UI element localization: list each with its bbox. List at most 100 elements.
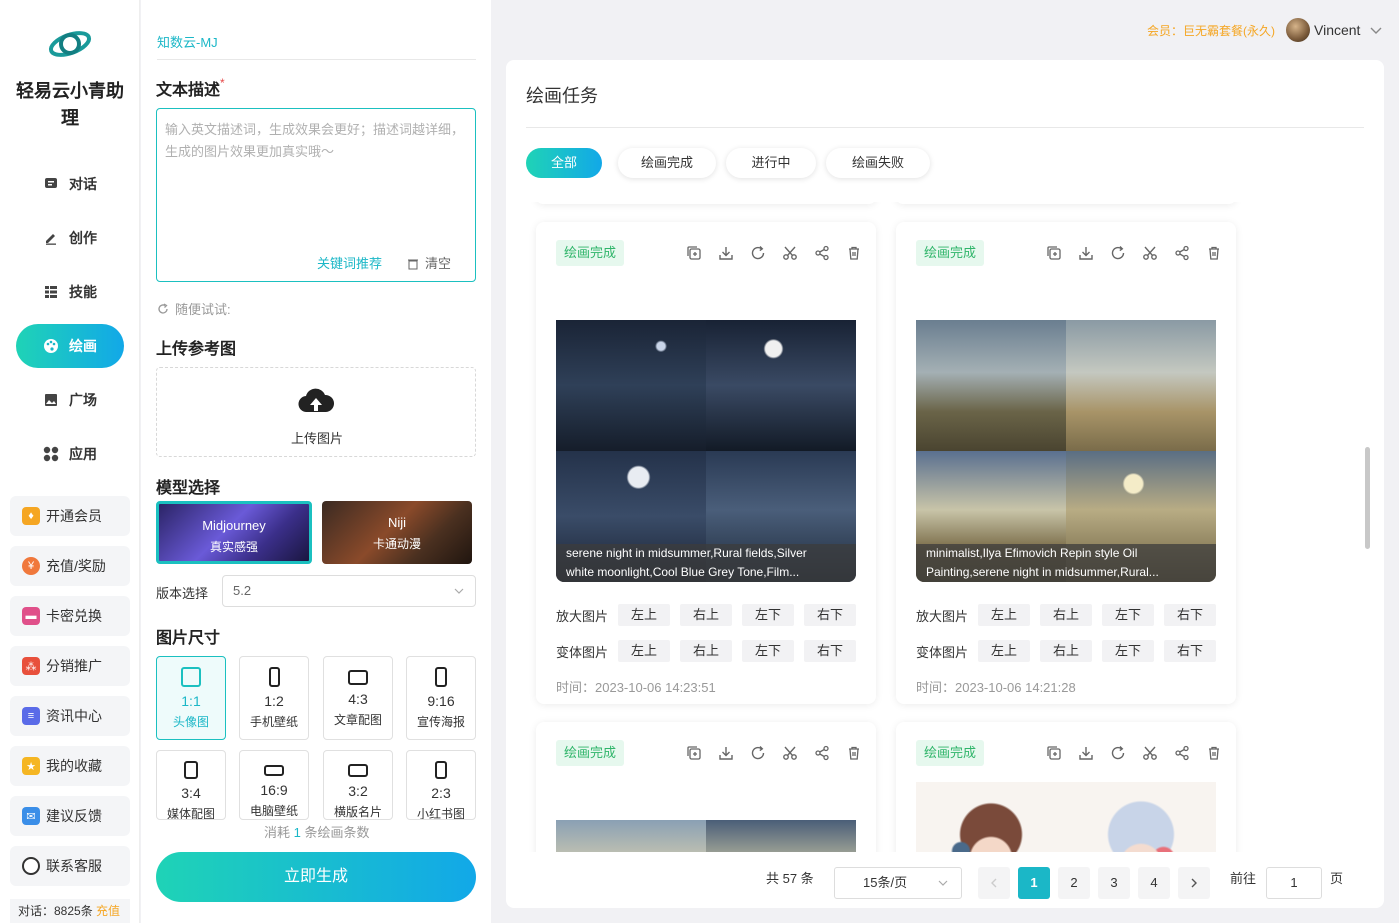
size-option-4-3[interactable]: 4:3 文章配图 xyxy=(323,656,393,740)
version-select[interactable]: 5.2 xyxy=(222,575,476,607)
variation-bottom-left-button[interactable]: 左下 xyxy=(1102,640,1155,662)
recharge-link[interactable]: 充值 xyxy=(96,904,120,918)
trash-icon[interactable] xyxy=(1198,242,1230,264)
page-1-button[interactable]: 1 xyxy=(1018,867,1050,899)
redeem-button[interactable]: ▬ 卡密兑换 xyxy=(10,596,130,636)
share-icon[interactable] xyxy=(806,742,838,764)
page-3-button[interactable]: 3 xyxy=(1098,867,1130,899)
clear-button[interactable]: 清空 xyxy=(407,253,451,275)
result-image[interactable]: serene night in midsummer,Rural fields,S… xyxy=(556,320,856,582)
member-status[interactable]: 会员：巨无霸套餐(永久) xyxy=(1147,22,1275,39)
trash-icon[interactable] xyxy=(838,742,870,764)
promote-button[interactable]: ⁂ 分销推广 xyxy=(10,646,130,686)
upscale-bottom-right-button[interactable]: 右下 xyxy=(1164,604,1217,626)
download-icon[interactable] xyxy=(710,742,742,764)
image-icon xyxy=(43,392,59,408)
upscale-top-left-button[interactable]: 左上 xyxy=(978,604,1031,626)
recharge-button[interactable]: ¥ 充值/奖励 xyxy=(10,546,130,586)
upscale-top-left-button[interactable]: 左上 xyxy=(618,604,671,626)
tab-mj[interactable]: 知数云-MJ xyxy=(157,32,218,51)
nav-apps[interactable]: 应用 xyxy=(16,432,124,476)
refresh-icon[interactable] xyxy=(742,742,774,764)
copy-icon[interactable] xyxy=(678,242,710,264)
upload-area[interactable]: 上传图片 xyxy=(156,367,476,457)
size-option-1-2[interactable]: 1:2 手机壁纸 xyxy=(239,656,309,740)
copy-icon[interactable] xyxy=(1038,242,1070,264)
vip-button[interactable]: ♦ 开通会员 xyxy=(10,496,130,536)
share-icon[interactable] xyxy=(1166,742,1198,764)
share-icon[interactable] xyxy=(1166,242,1198,264)
scissors-icon[interactable] xyxy=(1134,242,1166,264)
upscale-top-right-button[interactable]: 右上 xyxy=(1040,604,1093,626)
random-try[interactable]: 随便试试: xyxy=(157,299,231,318)
scissors-icon[interactable] xyxy=(774,242,806,264)
share-icon[interactable] xyxy=(806,242,838,264)
model-midjourney[interactable]: Midjourney 真实感强 xyxy=(156,501,312,564)
task-card: 绘画完成 xyxy=(536,722,876,852)
variation-top-left-button[interactable]: 左上 xyxy=(978,640,1031,662)
size-option-9-16[interactable]: 9:16 宣传海报 xyxy=(406,656,476,740)
generate-button[interactable]: 立即生成 xyxy=(156,852,476,902)
variation-bottom-right-button[interactable]: 右下 xyxy=(804,640,857,662)
model-niji[interactable]: Niji 卡通动漫 xyxy=(322,501,472,564)
refresh-icon[interactable] xyxy=(1102,242,1134,264)
filter-failed[interactable]: 绘画失败 xyxy=(826,148,930,178)
upscale-bottom-right-button[interactable]: 右下 xyxy=(804,604,857,626)
clear-label: 清空 xyxy=(424,256,451,271)
nav-create[interactable]: 创作 xyxy=(16,216,124,260)
filter-all[interactable]: 全部 xyxy=(526,148,602,178)
nav-skills[interactable]: 技能 xyxy=(16,270,124,314)
username[interactable]: Vincent xyxy=(1314,22,1360,38)
upscale-top-right-button[interactable]: 右上 xyxy=(680,604,733,626)
result-image[interactable] xyxy=(916,782,1216,852)
page-4-button[interactable]: 4 xyxy=(1138,867,1170,899)
prev-page-button[interactable] xyxy=(978,867,1010,899)
page-size-select[interactable]: 15条/页 xyxy=(834,867,962,899)
variation-top-left-button[interactable]: 左上 xyxy=(618,640,671,662)
scissors-icon[interactable] xyxy=(774,742,806,764)
upscale-bottom-left-button[interactable]: 左下 xyxy=(1102,604,1155,626)
favorites-button[interactable]: ★ 我的收藏 xyxy=(10,746,130,786)
goto-page-input[interactable]: 1 xyxy=(1266,867,1322,899)
download-icon[interactable] xyxy=(1070,242,1102,264)
variation-bottom-left-button[interactable]: 左下 xyxy=(742,640,795,662)
result-image[interactable]: minimalist,Ilya Efimovich Repin style Oi… xyxy=(916,320,1216,582)
page-2-button[interactable]: 2 xyxy=(1058,867,1090,899)
feedback-button[interactable]: ✉ 建议反馈 xyxy=(10,796,130,836)
size-option-3-2[interactable]: 3:2 横版名片 xyxy=(323,750,393,820)
scissors-icon[interactable] xyxy=(1134,742,1166,764)
nav-square[interactable]: 广场 xyxy=(16,378,124,422)
news-button[interactable]: ≡ 资讯中心 xyxy=(10,696,130,736)
chevron-down-icon[interactable] xyxy=(1369,20,1383,40)
avatar[interactable] xyxy=(1286,18,1310,42)
nav-chat[interactable]: 对话 xyxy=(16,162,124,206)
download-icon[interactable] xyxy=(1070,742,1102,764)
next-page-button[interactable] xyxy=(1178,867,1210,899)
trash-icon[interactable] xyxy=(1198,742,1230,764)
draw-settings-panel: 知数云-MJ 文本描述* 输入英文描述词，生成效果会更好；描述词越详细，生成的图… xyxy=(141,0,491,923)
nav-draw[interactable]: 绘画 xyxy=(16,324,124,368)
prompt-input[interactable]: 输入英文描述词，生成效果会更好；描述词越详细，生成的图片效果更加真实哦～ 关键词… xyxy=(156,108,476,282)
filter-in-progress[interactable]: 进行中 xyxy=(726,148,816,178)
variation-bottom-right-button[interactable]: 右下 xyxy=(1164,640,1217,662)
size-option-1-1[interactable]: 1:1 头像图 xyxy=(156,656,226,740)
upscale-bottom-left-button[interactable]: 左下 xyxy=(742,604,795,626)
prompt-caption: minimalist,Ilya Efimovich Repin style Oi… xyxy=(916,544,1216,582)
refresh-icon[interactable] xyxy=(742,242,774,264)
support-button[interactable]: 联系客服 xyxy=(10,846,130,886)
refresh-icon[interactable] xyxy=(1102,742,1134,764)
keyword-recommend-link[interactable]: 关键词推荐 xyxy=(317,253,382,275)
size-desc: 媒体配图 xyxy=(166,807,215,820)
copy-icon[interactable] xyxy=(678,742,710,764)
copy-icon[interactable] xyxy=(1038,742,1070,764)
download-icon[interactable] xyxy=(710,242,742,264)
variation-top-right-button[interactable]: 右上 xyxy=(680,640,733,662)
size-option-2-3[interactable]: 2:3 小红书图 xyxy=(406,750,476,820)
size-option-16-9[interactable]: 16:9 电脑壁纸 xyxy=(239,750,309,820)
result-image[interactable] xyxy=(556,820,856,852)
size-option-3-4[interactable]: 3:4 媒体配图 xyxy=(156,750,226,820)
scrollbar[interactable] xyxy=(1365,447,1370,549)
trash-icon[interactable] xyxy=(838,242,870,264)
filter-completed[interactable]: 绘画完成 xyxy=(618,148,716,178)
variation-top-right-button[interactable]: 右上 xyxy=(1040,640,1093,662)
